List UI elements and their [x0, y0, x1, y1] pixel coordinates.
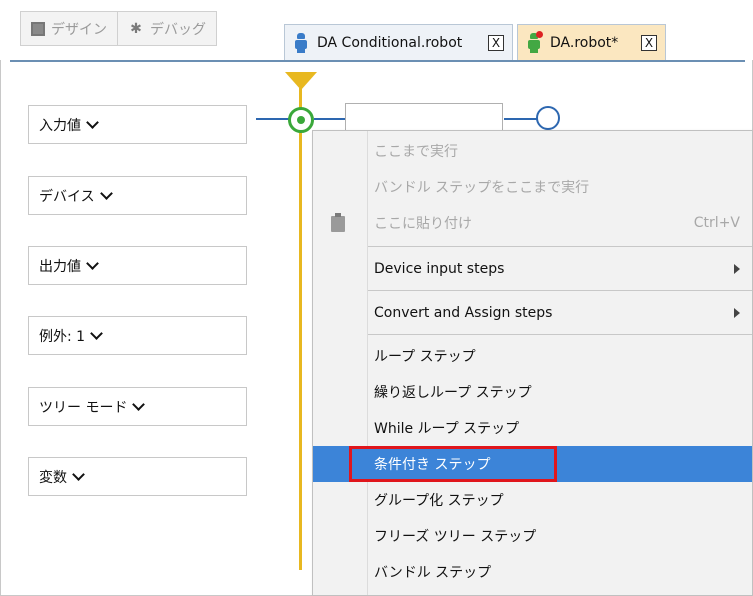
tab-da-robot[interactable]: DA.robot* X [517, 24, 666, 60]
menu-item-run-bundle-to-here[interactable]: バンドル ステップをここまで実行 [368, 169, 753, 205]
menu-item-convert-assign-steps[interactable]: Convert and Assign steps [368, 295, 753, 331]
tree-mode-dropdown[interactable]: ツリー モード [28, 387, 247, 426]
menu-separator [368, 246, 752, 247]
top-toolbar: デザイン ✱ デバッグ DA Conditional.robot X DA.ro… [0, 0, 753, 60]
menu-item-label: ここに貼り付け [374, 216, 472, 232]
chevron-down-icon [99, 186, 113, 200]
devices-dropdown[interactable]: デバイス [28, 176, 247, 215]
flow-end-node[interactable] [536, 106, 560, 130]
debug-mode-button[interactable]: ✱ デバッグ [117, 12, 216, 45]
menu-item-repeat-loop-step[interactable]: 繰り返しループ ステップ [368, 374, 753, 410]
tab-da-conditional[interactable]: DA Conditional.robot X [284, 24, 513, 60]
chevron-down-icon [72, 467, 85, 481]
design-mode-button[interactable]: デザイン [21, 12, 117, 45]
tab-close-button[interactable]: X [641, 34, 657, 51]
menu-item-paste-here[interactable]: ここに貼り付け Ctrl+V [368, 205, 753, 241]
callout-highlight-box [349, 446, 557, 482]
menu-item-label: Device input steps [374, 261, 505, 277]
menu-item-bundle-step[interactable]: バンドル ステップ [368, 554, 753, 590]
menu-item-label: グループ化 ステップ [374, 493, 504, 509]
chevron-down-icon [132, 397, 146, 411]
output-values-dropdown[interactable]: 出力値 [28, 246, 247, 285]
dropdown-label: ツリー モード [39, 399, 128, 416]
tab-label: DA.robot* [550, 34, 619, 51]
menu-separator [368, 290, 752, 291]
menu-item-label: フリーズ ツリー ステップ [374, 529, 537, 545]
menu-item-shortcut: Ctrl+V [693, 215, 740, 231]
execution-position-line [299, 88, 302, 570]
submenu-arrow-icon [734, 308, 740, 318]
menu-item-label: ここまで実行 [374, 144, 458, 160]
debug-bug-icon: ✱ [130, 20, 142, 37]
chevron-down-icon [90, 326, 103, 340]
menu-item-label: ループ ステップ [374, 349, 476, 365]
dropdown-label: 変数 [39, 469, 67, 486]
robot-icon [526, 30, 543, 53]
menu-item-run-to-here[interactable]: ここまで実行 [368, 133, 753, 169]
menu-item-label: バンドル ステップをここまで実行 [374, 180, 590, 196]
dropdown-label: 例外: 1 [39, 328, 86, 345]
menu-separator [368, 334, 752, 335]
tab-close-button[interactable]: X [488, 34, 504, 51]
menu-item-device-input-steps[interactable]: Device input steps [368, 251, 753, 287]
menu-item-label: 繰り返しループ ステップ [374, 385, 532, 401]
tab-label: DA Conditional.robot [317, 34, 463, 51]
menu-item-while-loop-step[interactable]: While ループ ステップ [368, 410, 753, 446]
menu-item-label: バンドル ステップ [374, 565, 492, 581]
variables-dropdown[interactable]: 変数 [28, 457, 247, 496]
paste-icon [331, 213, 345, 232]
mode-switcher: デザイン ✱ デバッグ [20, 11, 217, 46]
context-menu: ここまで実行 バンドル ステップをここまで実行 ここに貼り付け Ctrl+V De… [312, 130, 753, 596]
flow-start-node[interactable] [288, 107, 314, 133]
flow-connector [504, 118, 538, 120]
dropdown-label: デバイス [39, 188, 95, 205]
exceptions-dropdown[interactable]: 例外: 1 [28, 316, 247, 355]
chevron-down-icon [86, 115, 99, 129]
design-icon [31, 21, 45, 36]
execution-marker-icon[interactable] [285, 72, 317, 90]
flow-connector [314, 118, 346, 120]
chevron-down-icon [86, 256, 99, 270]
menu-item-label: Convert and Assign steps [374, 305, 553, 321]
menu-item-group-step[interactable]: グループ化 ステップ [368, 482, 753, 518]
tab-bar-divider [10, 60, 745, 62]
submenu-arrow-icon [734, 264, 740, 274]
dropdown-label: 出力値 [39, 258, 81, 275]
flow-step-box[interactable] [345, 103, 503, 131]
robot-icon [293, 32, 309, 53]
dropdown-label: 入力値 [39, 117, 81, 134]
debug-mode-label: デバッグ [150, 21, 206, 38]
menu-item-freeze-tree-step[interactable]: フリーズ ツリー ステップ [368, 518, 753, 554]
menu-item-label: While ループ ステップ [374, 421, 520, 437]
menu-item-loop-step[interactable]: ループ ステップ [368, 338, 753, 374]
design-mode-label: デザイン [51, 21, 107, 38]
input-values-dropdown[interactable]: 入力値 [28, 105, 247, 144]
